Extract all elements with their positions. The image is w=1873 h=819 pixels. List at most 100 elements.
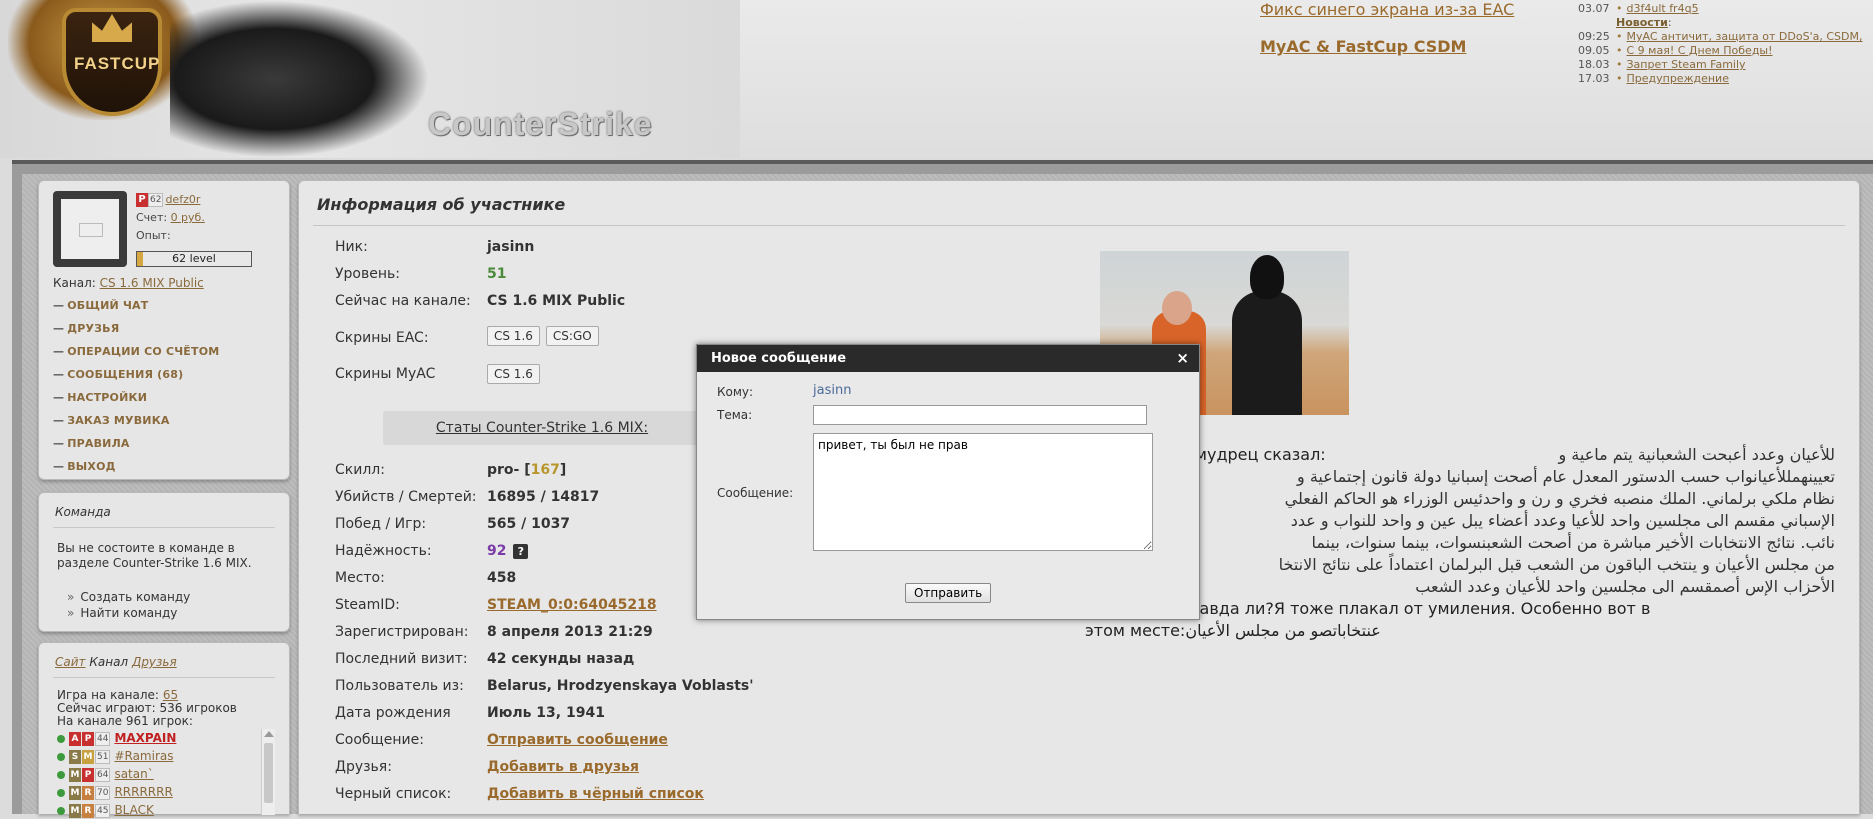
- news-link[interactable]: MyAC античит, защита от DDoS'a, CSDM,: [1627, 30, 1863, 43]
- level-bar-fill: [137, 252, 143, 266]
- team-title: Команда: [55, 505, 111, 519]
- send-button[interactable]: Отправить: [905, 583, 992, 603]
- bullet-icon: •: [1616, 2, 1623, 15]
- main-menu: — ОБЩИЙ ЧАТ — ДРУЗЬЯ — ОПЕРАЦИИ СО СЧЁТОМ —…: [53, 299, 219, 483]
- player-name-link[interactable]: BLACK: [114, 803, 153, 817]
- bio-arabic: عنتخاباتصو من مجلس الأعيان: [1185, 621, 1381, 640]
- username-link[interactable]: defz0r: [165, 193, 200, 206]
- player-rank-number: 45: [95, 803, 111, 818]
- menu-item-rules[interactable]: — ПРАВИЛА: [53, 437, 219, 460]
- player-row[interactable]: M R 70 RRRRRRR: [57, 783, 257, 801]
- new-message-modal: Новое сообщение × Кому: jasinn Тема: Соо…: [696, 344, 1200, 620]
- location-value: Belarus, Hrodzyenskaya Voblasts': [487, 678, 754, 694]
- scroll-thumb[interactable]: [264, 743, 273, 803]
- menu-item-messages[interactable]: — СООБЩЕНИЯ (68): [53, 368, 219, 391]
- steamid-link[interactable]: STEAM_0:0:64045218: [487, 597, 657, 613]
- help-icon[interactable]: ?: [513, 543, 529, 559]
- find-team-link[interactable]: Найти команду: [80, 606, 177, 620]
- to-value: jasinn: [813, 383, 852, 398]
- news-item: 09:25 • MyAC античит, защита от DDoS'a, CS…: [1578, 30, 1862, 44]
- player-list: A P 44 MAXPAIN S M 51 #Ramiras M P 64 satan` M R 70 RRR…: [57, 729, 257, 819]
- message-textarea[interactable]: привет, ты был не прав: [813, 433, 1153, 551]
- news-date: 17.03: [1578, 72, 1610, 85]
- skill-rank: pro-: [487, 462, 520, 478]
- reliability-value: 92: [487, 543, 507, 559]
- menu-item-logout[interactable]: — ВЫХОД: [53, 460, 219, 483]
- player-name-link[interactable]: RRRRRRR: [114, 785, 172, 799]
- menu-item-general-chat[interactable]: — ОБЩИЙ ЧАТ: [53, 299, 219, 322]
- create-team-link[interactable]: Создать команду: [80, 590, 190, 604]
- arrow-icon: »: [67, 590, 75, 604]
- tab-friends[interactable]: Друзья: [132, 655, 177, 669]
- player-list-scrollbar[interactable]: [261, 729, 275, 815]
- last-visit-value: 42 секунды назад: [487, 651, 635, 667]
- online-status-icon: [57, 752, 65, 761]
- eac-cs16-button[interactable]: CS 1.6: [487, 326, 540, 346]
- channel-value: CS 1.6 MIX Public: [487, 293, 626, 309]
- player-row[interactable]: M P 64 satan`: [57, 765, 257, 783]
- game-label: Игра на канале:: [57, 688, 159, 702]
- menu-item-friends[interactable]: — ДРУЗЬЯ: [53, 322, 219, 345]
- menu-item-settings[interactable]: — НАСТРОЙКИ: [53, 391, 219, 414]
- soldier-artwork: [170, 0, 430, 158]
- exp-label: Опыт:: [136, 229, 171, 242]
- news-header[interactable]: Новости: [1616, 16, 1668, 29]
- to-label: Кому:: [717, 385, 754, 399]
- wins-value: 565 / 1037: [487, 516, 571, 532]
- avatar[interactable]: [53, 191, 127, 267]
- featured-link-eac[interactable]: Фикс синего экрана из-за EAC: [1260, 0, 1514, 19]
- game-count-link[interactable]: 65: [163, 688, 178, 702]
- level-value: 51: [487, 266, 507, 282]
- news-date: 09:25: [1578, 30, 1610, 43]
- news-link[interactable]: С 9 мая! С Днем Победы!: [1627, 44, 1773, 57]
- arrow-icon: »: [67, 606, 75, 620]
- balance-label: Счет:: [136, 211, 168, 224]
- featured-links: Фикс синего экрана из-за EAC MyAC & Fast…: [1260, 0, 1514, 74]
- news-link[interactable]: Предупреждение: [1627, 72, 1729, 85]
- subject-label: Тема:: [717, 408, 753, 422]
- balance-link[interactable]: 0 руб.: [171, 211, 205, 224]
- news-link[interactable]: d3f4ult fr4q5: [1627, 2, 1699, 15]
- add-blacklist-link[interactable]: Добавить в чёрный список: [487, 786, 704, 802]
- player-rank-number: 51: [95, 749, 111, 764]
- close-icon[interactable]: ×: [1176, 349, 1189, 367]
- player-name-link[interactable]: satan`: [114, 767, 153, 781]
- player-rank-badge: R: [82, 803, 94, 818]
- channel-panel: Сайт Канал Друзья Игра на канале: 65 Сей…: [38, 642, 290, 818]
- player-row[interactable]: S M 51 #Ramiras: [57, 747, 257, 765]
- tab-site[interactable]: Сайт: [55, 655, 86, 669]
- subject-input[interactable]: [813, 405, 1147, 425]
- bullet-icon: •: [1616, 30, 1623, 43]
- menu-item-order-movie[interactable]: — ЗАКАЗ МУВИКА: [53, 414, 219, 437]
- player-badge: S: [69, 749, 81, 764]
- tab-channel[interactable]: Канал: [89, 655, 128, 669]
- player-name-link[interactable]: #Ramiras: [114, 749, 173, 763]
- player-row[interactable]: A P 44 MAXPAIN: [57, 729, 257, 747]
- news-date: 03.07: [1578, 2, 1610, 15]
- player-badge: A: [69, 731, 81, 746]
- channel-tabs: Сайт Канал Друзья: [55, 655, 177, 669]
- featured-link-myac[interactable]: MyAC & FastCup CSDM: [1260, 37, 1514, 56]
- online-status-icon: [57, 806, 65, 815]
- eac-csgo-button[interactable]: CS:GO: [545, 326, 599, 346]
- send-message-link[interactable]: Отправить сообщение: [487, 732, 668, 748]
- team-links: » Создать команду » Найти команду: [67, 589, 190, 621]
- bio-arabic: للأعيان وعدد أعبحت الشعبانية يتم ماعية و: [1558, 445, 1835, 464]
- channel-link[interactable]: CS 1.6 MIX Public: [100, 276, 204, 290]
- channel-stats: Игра на канале: 65 Сейчас играют: 536 иг…: [57, 689, 237, 728]
- avatar-placeholder-icon: [61, 199, 119, 259]
- news-link[interactable]: Запрет Steam Family: [1627, 58, 1746, 71]
- player-row[interactable]: M R 45 BLACK: [57, 801, 257, 819]
- news-item: 09.05 • С 9 мая! С Днем Победы!: [1578, 44, 1862, 58]
- scroll-up-icon[interactable]: [264, 731, 274, 737]
- site-header: FASTCUP CounterStrike Фикс синего экрана…: [0, 0, 1873, 158]
- nick-value: jasinn: [487, 239, 535, 255]
- player-name-link[interactable]: MAXPAIN: [114, 731, 176, 745]
- online-status-icon: [57, 770, 65, 779]
- stats-link-button[interactable]: Статы Counter-Strike 1.6 MIX:: [383, 411, 701, 445]
- myac-cs16-button[interactable]: CS 1.6: [487, 364, 540, 384]
- player-rank-badge: P: [82, 731, 94, 746]
- menu-item-account-operations[interactable]: — ОПЕРАЦИИ СО СЧЁТОМ: [53, 345, 219, 368]
- divider: [53, 677, 275, 678]
- add-friend-link[interactable]: Добавить в друзья: [487, 759, 639, 775]
